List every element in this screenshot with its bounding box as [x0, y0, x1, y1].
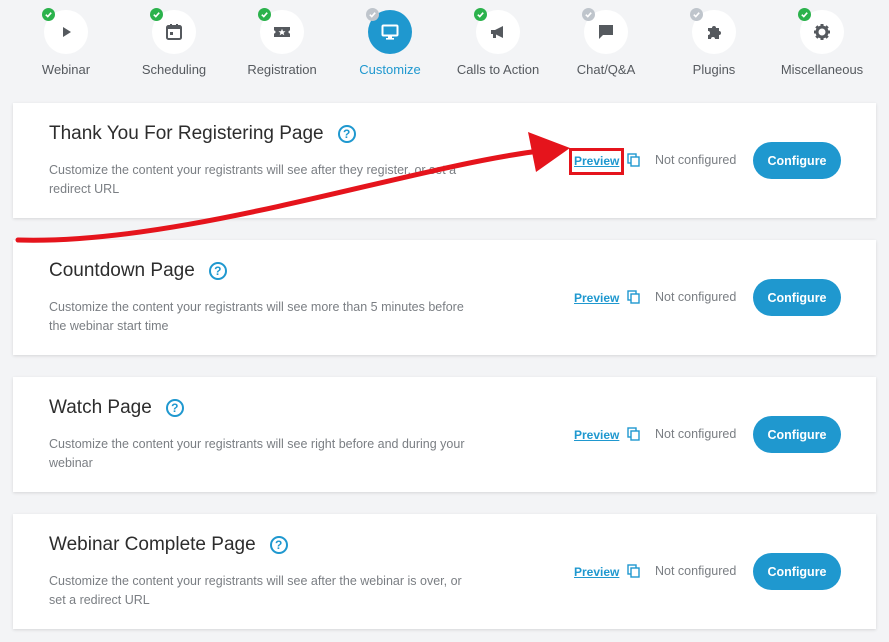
step-miscellaneous[interactable]: Miscellaneous	[768, 8, 876, 77]
configure-button[interactable]: Configure	[753, 553, 841, 590]
step-label: Miscellaneous	[780, 62, 864, 77]
card-countdown-page: Countdown Page ? Customize the content y…	[13, 240, 876, 355]
step-chat-qa[interactable]: Chat/Q&A	[552, 8, 660, 77]
step-label: Registration	[247, 62, 317, 77]
chat-icon	[599, 25, 613, 39]
ticket-icon	[274, 27, 290, 37]
copy-icon[interactable]	[627, 290, 641, 304]
step-circle	[366, 8, 412, 54]
check-icon	[798, 8, 811, 21]
megaphone-icon	[491, 26, 503, 38]
step-circle	[474, 8, 520, 54]
step-circle	[690, 8, 736, 54]
config-status: Not configured	[655, 153, 737, 167]
card-title-row: Watch Page ?	[49, 397, 184, 419]
step-label: Scheduling	[141, 62, 207, 77]
step-registration[interactable]: Registration	[228, 8, 336, 77]
gear-icon	[814, 24, 830, 40]
wizard-steps: Webinar Scheduling Registration Customiz…	[0, 0, 889, 95]
configure-button[interactable]: Configure	[753, 142, 841, 179]
card-title: Thank You For Registering Page	[49, 123, 324, 144]
copy-icon[interactable]	[627, 564, 641, 578]
card-watch-page: Watch Page ? Customize the content your …	[13, 377, 876, 492]
card-description: Customize the content your registrants w…	[49, 300, 464, 333]
step-plugins[interactable]: Plugins	[660, 8, 768, 77]
check-icon	[366, 8, 379, 21]
card-description: Customize the content your registrants w…	[49, 437, 465, 470]
copy-icon[interactable]	[627, 153, 641, 167]
step-webinar[interactable]: Webinar	[12, 8, 120, 77]
config-status: Not configured	[655, 427, 737, 441]
card-webinar-complete-page: Webinar Complete Page ? Customize the co…	[13, 514, 876, 629]
monitor-icon	[381, 24, 399, 40]
step-circle	[150, 8, 196, 54]
check-icon	[258, 8, 271, 21]
step-label: Customize	[359, 62, 421, 77]
configure-button[interactable]: Configure	[753, 416, 841, 453]
step-circle	[42, 8, 88, 54]
card-description: Customize the content your registrants w…	[49, 574, 462, 607]
help-icon[interactable]: ?	[337, 125, 356, 143]
config-status: Not configured	[655, 564, 737, 578]
check-icon	[474, 8, 487, 21]
preview-link[interactable]: Preview	[574, 154, 619, 168]
card-title-row: Countdown Page ?	[49, 260, 227, 282]
check-icon	[582, 8, 595, 21]
check-icon	[42, 8, 55, 21]
card-title-row: Webinar Complete Page ?	[49, 534, 288, 556]
step-circle	[258, 8, 304, 54]
card-title: Webinar Complete Page	[49, 534, 256, 555]
card-title: Countdown Page	[49, 260, 195, 281]
preview-link[interactable]: Preview	[574, 428, 619, 442]
step-label: Calls to Action	[456, 62, 540, 77]
card-title: Watch Page	[49, 397, 152, 418]
step-label: Plugins	[692, 62, 736, 77]
puzzle-icon	[708, 26, 721, 39]
preview-link[interactable]: Preview	[574, 291, 619, 305]
step-circle	[582, 8, 628, 54]
help-icon[interactable]: ?	[165, 399, 184, 417]
configure-button[interactable]: Configure	[753, 279, 841, 316]
check-icon	[690, 8, 703, 21]
step-label: Chat/Q&A	[576, 62, 636, 77]
card-thank-you-page: Thank You For Registering Page ? Customi…	[13, 103, 876, 218]
preview-link[interactable]: Preview	[574, 565, 619, 579]
card-description: Customize the content your registrants w…	[49, 163, 457, 196]
step-calls-to-action[interactable]: Calls to Action	[444, 8, 552, 77]
step-label: Webinar	[41, 62, 91, 77]
help-icon[interactable]: ?	[269, 536, 288, 554]
step-circle	[798, 8, 844, 54]
calendar-icon	[166, 24, 182, 40]
card-title-row: Thank You For Registering Page ?	[49, 123, 356, 145]
copy-icon[interactable]	[627, 427, 641, 441]
check-icon	[150, 8, 163, 21]
step-customize[interactable]: Customize	[336, 8, 444, 77]
config-status: Not configured	[655, 290, 737, 304]
step-scheduling[interactable]: Scheduling	[120, 8, 228, 77]
help-icon[interactable]: ?	[208, 262, 227, 280]
play-icon	[63, 27, 71, 37]
